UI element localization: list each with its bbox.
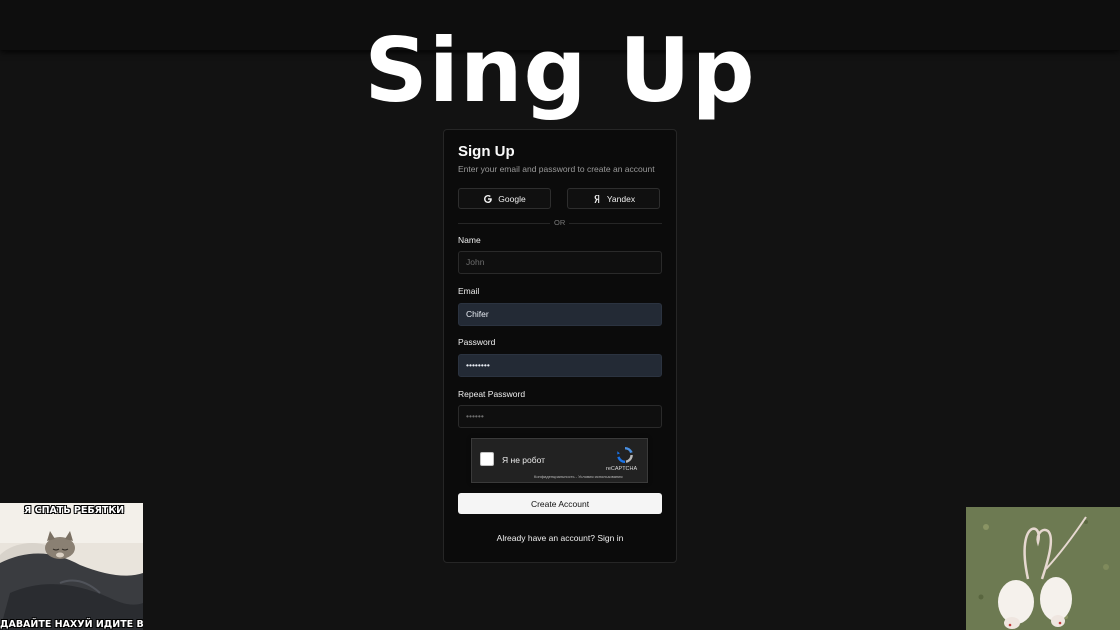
meme-top-caption: Я СПАТЬ РЕБЯТКИ: [24, 505, 125, 516]
google-button-label: Google: [498, 193, 526, 204]
card-subtitle: Enter your email and password to create …: [458, 164, 655, 174]
google-signin-button[interactable]: Google: [458, 188, 551, 209]
create-account-button[interactable]: Create Account: [458, 493, 662, 514]
password-input[interactable]: ••••••••: [458, 354, 662, 377]
recaptcha-brand: reCAPTCHA: [606, 466, 638, 472]
repeat-password-label: Repeat Password: [458, 389, 526, 399]
password-label: Password: [458, 337, 496, 347]
recaptcha-checkbox[interactable]: [480, 452, 494, 466]
rats-heart-tails-image: [966, 507, 1120, 630]
yandex-icon: [592, 194, 602, 204]
email-input[interactable]: Chifer: [458, 303, 662, 326]
recaptcha-logo-icon: [615, 445, 635, 465]
name-input[interactable]: John: [458, 251, 662, 274]
recaptcha-label: Я не робот: [502, 455, 546, 465]
recaptcha-links[interactable]: Конфиденциальность - Условия использован…: [534, 474, 623, 479]
recaptcha-widget: Я не робот reCAPTCHA Конфиденциальность …: [471, 438, 648, 483]
google-icon: [483, 194, 493, 204]
email-label: Email: [458, 286, 480, 296]
yandex-signin-button[interactable]: Yandex: [567, 188, 660, 209]
name-label: Name: [458, 235, 481, 245]
card-title: Sign Up: [458, 143, 515, 160]
repeat-password-input[interactable]: ••••••: [458, 405, 662, 428]
signup-card: Sign Up Enter your email and password to…: [443, 129, 677, 563]
meme-bottom-caption: ДАВАЙТЕ НАХУЙ ИДИТЕ ВСЕ: [0, 619, 143, 630]
sleeping-cat-meme-image: Я СПАТЬ РЕБЯТКИ ДАВАЙТЕ НАХУЙ ИДИТЕ ВСЕ: [0, 503, 143, 630]
divider-label: OR: [550, 218, 570, 227]
page-heading: Sing Up: [364, 19, 756, 122]
yandex-button-label: Yandex: [606, 193, 636, 204]
sign-in-link[interactable]: Already have an account? Sign in: [444, 533, 676, 543]
